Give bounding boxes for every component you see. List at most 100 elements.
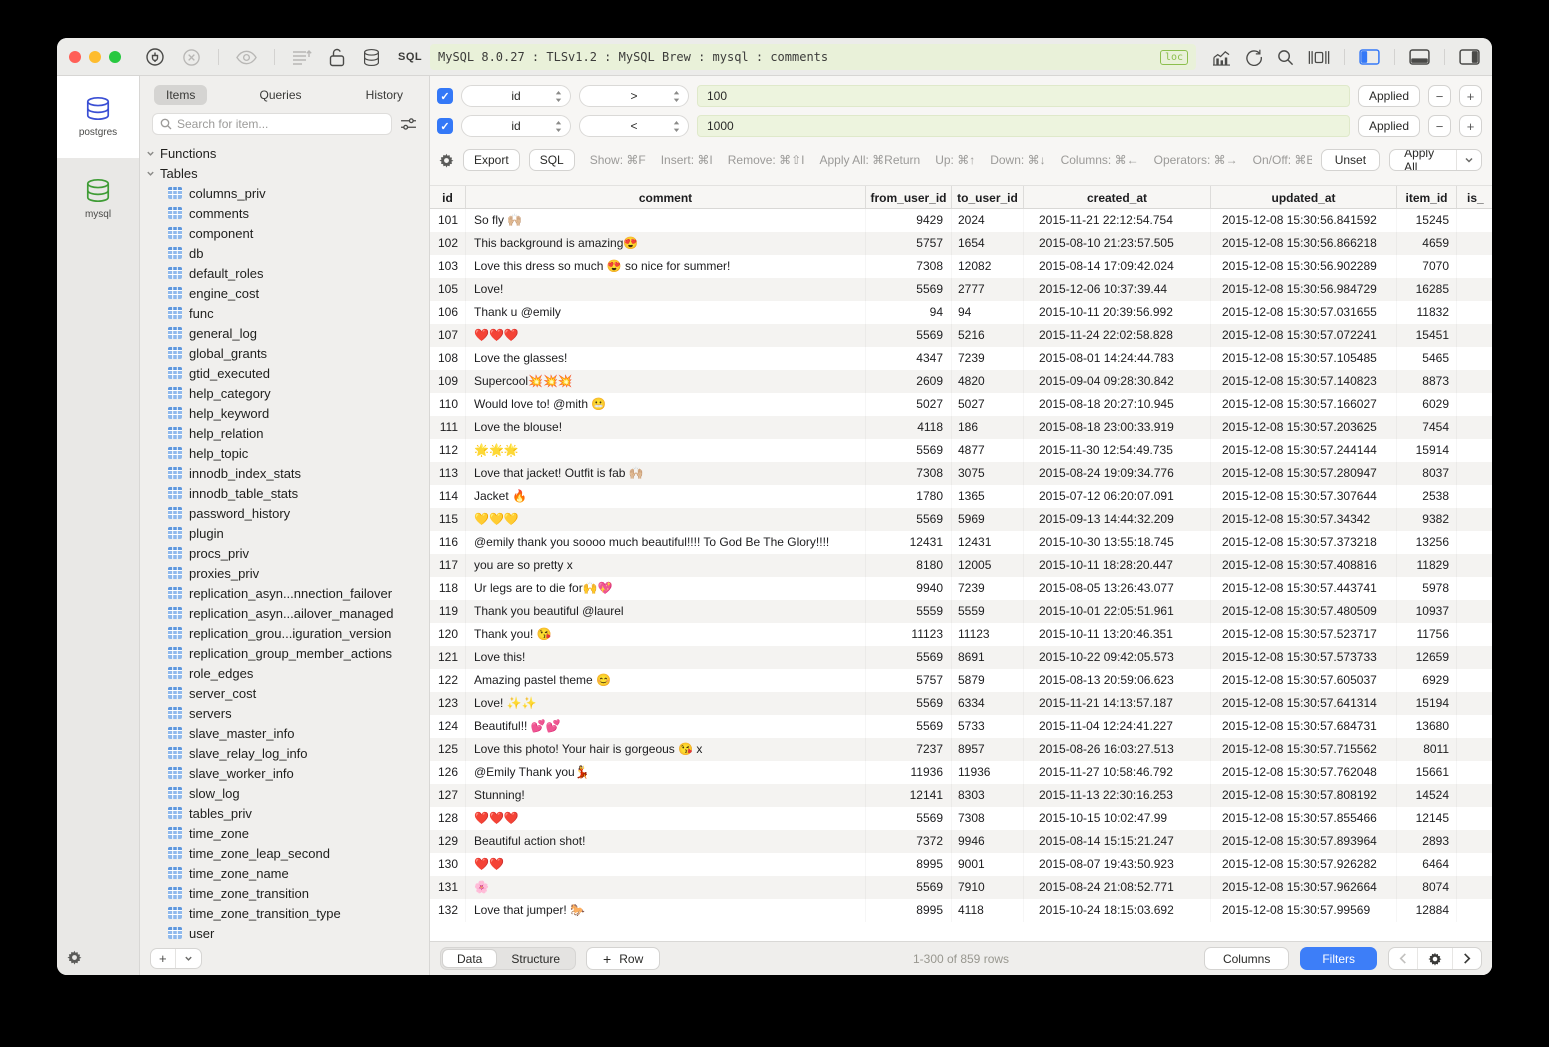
toggle-bottom-panel-icon[interactable] (1409, 49, 1430, 65)
table-row[interactable]: 103 Love this dress so much 😍 so nice fo… (430, 255, 1492, 278)
column-header-comment[interactable]: comment (466, 186, 866, 208)
tree-group-functions[interactable]: Functions (146, 143, 429, 163)
table-row[interactable]: 118 Ur legs are to die for🙌💖 9940 7239 2… (430, 577, 1492, 600)
filter-operator-select[interactable]: > (579, 85, 689, 107)
table-settings-gear-icon[interactable] (1417, 948, 1452, 969)
minimize-window-button[interactable] (89, 51, 101, 63)
filter-value-input[interactable]: 100 (697, 85, 1350, 107)
close-window-button[interactable] (69, 51, 81, 63)
sidebar-table-item[interactable]: user (146, 923, 429, 941)
applied-button[interactable]: Applied (1358, 85, 1420, 107)
sidebar-table-item[interactable]: innodb_table_stats (146, 483, 429, 503)
applied-button[interactable]: Applied (1358, 115, 1420, 137)
column-header-is[interactable]: is_ (1457, 186, 1492, 208)
sidebar-table-item[interactable]: replication_group_member_actions (146, 643, 429, 663)
sidebar-table-item[interactable]: func (146, 303, 429, 323)
column-header-item-id[interactable]: item_id (1397, 186, 1457, 208)
sidebar-table-item[interactable]: time_zone_transition (146, 883, 429, 903)
add-item-dropdown-icon[interactable] (175, 949, 201, 968)
filter-settings-gear-icon[interactable] (439, 153, 454, 168)
add-row-button[interactable]: + Row (586, 947, 660, 970)
tab-structure[interactable]: Structure (497, 949, 574, 968)
table-row[interactable]: 121 Love this! 5569 8691 2015-10-22 09:4… (430, 646, 1492, 669)
sidebar-table-item[interactable]: role_edges (146, 663, 429, 683)
table-row[interactable]: 122 Amazing pastel theme 😊 5757 5879 201… (430, 669, 1492, 692)
column-header-updated-at[interactable]: updated_at (1211, 186, 1397, 208)
table-row[interactable]: 113 Love that jacket! Outfit is fab 🙌🏼 7… (430, 462, 1492, 485)
sidebar-table-item[interactable]: slave_master_info (146, 723, 429, 743)
sidebar-table-item[interactable]: password_history (146, 503, 429, 523)
add-item-split-button[interactable]: + (150, 948, 202, 969)
tab-history[interactable]: History (354, 85, 415, 105)
database-icon[interactable] (362, 48, 381, 67)
tab-queries[interactable]: Queries (247, 85, 313, 105)
sidebar-table-item[interactable]: help_category (146, 383, 429, 403)
column-header-to-user-id[interactable]: to_user_id (952, 186, 1024, 208)
filter-column-select[interactable]: id (461, 85, 571, 107)
apply-all-dropdown-icon[interactable] (1456, 150, 1481, 170)
sidebar-table-item[interactable]: plugin (146, 523, 429, 543)
sidebar-table-item[interactable]: servers (146, 703, 429, 723)
sidebar-table-item[interactable]: slave_relay_log_info (146, 743, 429, 763)
filters-button[interactable]: Filters (1300, 947, 1377, 970)
sidebar-table-item[interactable]: tables_priv (146, 803, 429, 823)
previous-page-icon[interactable] (1389, 948, 1417, 969)
table-row[interactable]: 110 Would love to! @mith 😬 5027 5027 201… (430, 393, 1492, 416)
remove-filter-button[interactable]: − (1428, 85, 1451, 107)
table-row[interactable]: 111 Love the blouse! 4118 186 2015-08-18… (430, 416, 1492, 439)
table-row[interactable]: 126 @Emily Thank you💃 11936 11936 2015-1… (430, 761, 1492, 784)
table-row[interactable]: 105 Love! 5569 2777 2015-12-06 10:37:39.… (430, 278, 1492, 301)
table-row[interactable]: 106 Thank u @emily 94 94 2015-10-11 20:3… (430, 301, 1492, 324)
table-row[interactable]: 125 Love this photo! Your hair is gorgeo… (430, 738, 1492, 761)
filter-enabled-checkbox[interactable]: ✓ (437, 118, 453, 134)
apply-all-button[interactable]: Apply All (1389, 149, 1482, 171)
sidebar-table-item[interactable]: time_zone_name (146, 863, 429, 883)
table-row[interactable]: 131 🌸 5569 7910 2015-08-24 21:08:52.771 … (430, 876, 1492, 899)
filter-value-input[interactable]: 1000 (697, 115, 1350, 137)
sidebar-table-item[interactable]: server_cost (146, 683, 429, 703)
table-row[interactable]: 107 ❤️❤️❤️ 5569 5216 2015-11-24 22:02:58… (430, 324, 1492, 347)
sql-editor-button[interactable]: SQL (398, 51, 422, 63)
export-button[interactable]: Export (463, 149, 520, 171)
add-filter-button[interactable]: + (1459, 115, 1482, 137)
table-row[interactable]: 129 Beautiful action shot! 7372 9946 201… (430, 830, 1492, 853)
search-input[interactable]: Search for item... (152, 113, 392, 135)
table-row[interactable]: 102 This background is amazing😍 5757 165… (430, 232, 1492, 255)
sidebar-table-item[interactable]: help_relation (146, 423, 429, 443)
table-row[interactable]: 132 Love that jumper! 🐎 8995 4118 2015-1… (430, 899, 1492, 922)
table-row[interactable]: 127 Stunning! 12141 8303 2015-11-13 22:3… (430, 784, 1492, 807)
sidebar-table-item[interactable]: slow_log (146, 783, 429, 803)
table-row[interactable]: 114 Jacket 🔥 1780 1365 2015-07-12 06:20:… (430, 485, 1492, 508)
settings-gear-icon[interactable] (67, 950, 82, 965)
add-item-plus-icon[interactable]: + (151, 949, 175, 968)
sidebar-table-item[interactable]: time_zone_transition_type (146, 903, 429, 923)
connection-postgres[interactable]: postgres (57, 76, 139, 158)
table-row[interactable]: 119 Thank you beautiful @laurel 5559 555… (430, 600, 1492, 623)
filter-column-select[interactable]: id (461, 115, 571, 137)
tab-items[interactable]: Items (154, 85, 207, 105)
unset-button[interactable]: Unset (1321, 149, 1380, 171)
tab-data[interactable]: Data (442, 949, 497, 968)
filter-operator-select[interactable]: < (579, 115, 689, 137)
toggle-right-panel-icon[interactable] (1459, 49, 1480, 65)
sidebar-table-item[interactable]: innodb_index_stats (146, 463, 429, 483)
sidebar-table-item[interactable]: help_topic (146, 443, 429, 463)
table-row[interactable]: 128 ❤️❤️❤️ 5569 7308 2015-10-15 10:02:47… (430, 807, 1492, 830)
add-filter-button[interactable]: + (1459, 85, 1482, 107)
center-layout-icon[interactable] (1308, 50, 1330, 65)
next-page-icon[interactable] (1452, 948, 1481, 969)
filter-enabled-checkbox[interactable]: ✓ (437, 88, 453, 104)
table-row[interactable]: 115 💛💛💛 5569 5969 2015-09-13 14:44:32.20… (430, 508, 1492, 531)
sidebar-table-item[interactable]: general_log (146, 323, 429, 343)
chart-icon[interactable] (1212, 49, 1231, 66)
sidebar-table-item[interactable]: replication_grou...iguration_version (146, 623, 429, 643)
remove-filter-button[interactable]: − (1428, 115, 1451, 137)
table-row[interactable]: 108 Love the glasses! 4347 7239 2015-08-… (430, 347, 1492, 370)
filter-options-icon[interactable] (400, 117, 417, 131)
column-header-id[interactable]: id (430, 186, 466, 208)
refresh-icon[interactable] (1245, 48, 1263, 66)
sidebar-table-item[interactable]: replication_asyn...ailover_managed (146, 603, 429, 623)
sidebar-table-item[interactable]: slave_worker_info (146, 763, 429, 783)
table-row[interactable]: 112 🌟🌟🌟 5569 4877 2015-11-30 12:54:49.73… (430, 439, 1492, 462)
sidebar-table-item[interactable]: time_zone (146, 823, 429, 843)
